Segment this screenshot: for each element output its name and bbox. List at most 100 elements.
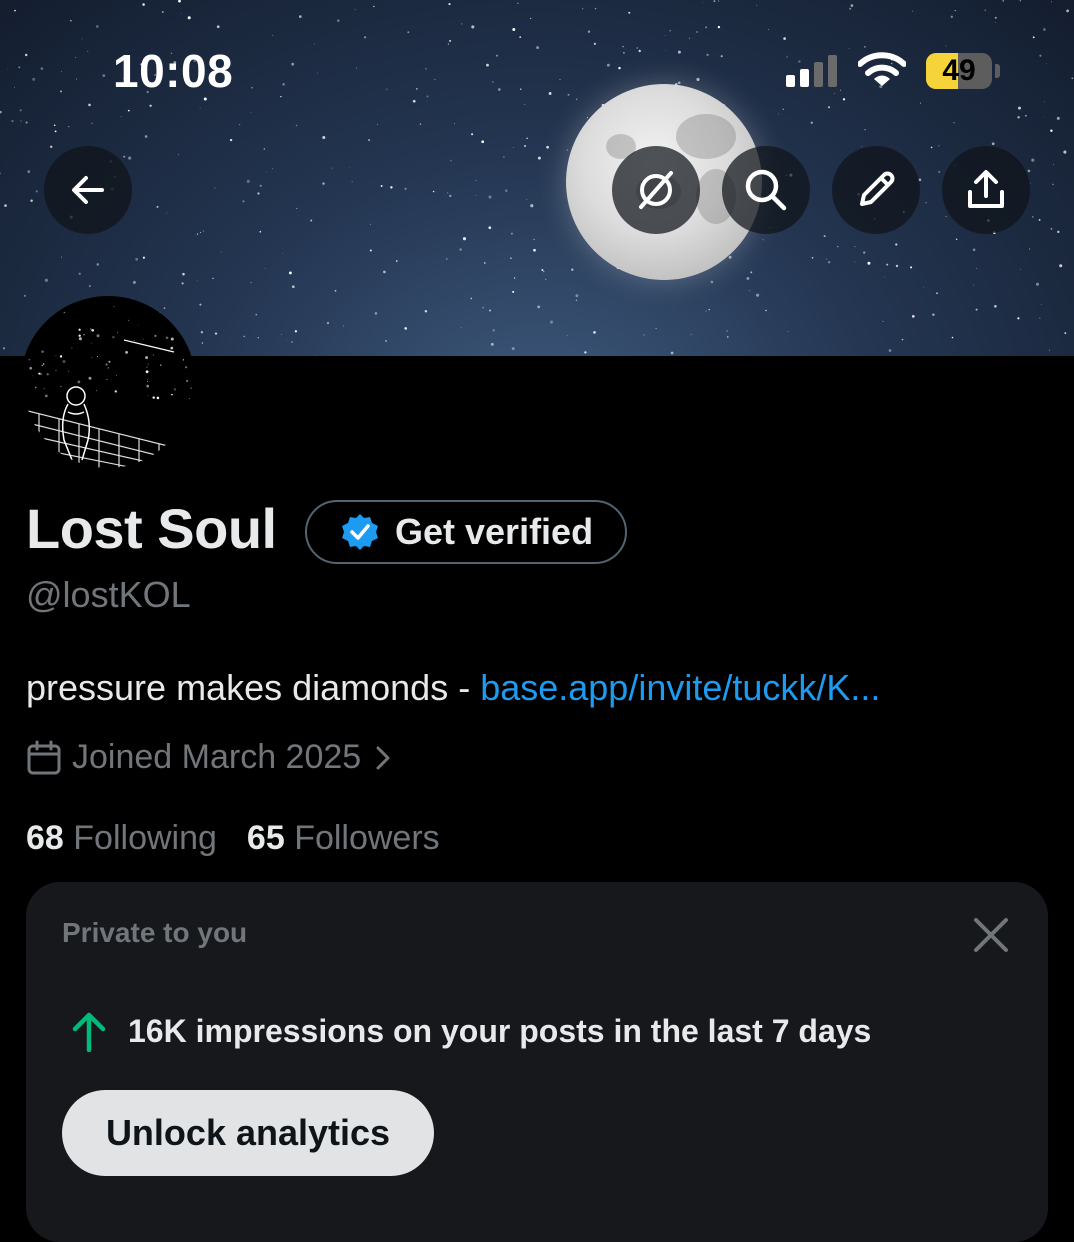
- star: [475, 179, 477, 181]
- star: [40, 67, 44, 70]
- star: [201, 342, 203, 344]
- star: [41, 350, 44, 353]
- star: [60, 90, 62, 93]
- star: [840, 89, 842, 91]
- star: [1038, 218, 1041, 221]
- star: [1017, 116, 1020, 119]
- star: [25, 121, 28, 124]
- star: [373, 5, 375, 8]
- star: [447, 192, 449, 194]
- star: [160, 364, 162, 366]
- star: [541, 268, 544, 272]
- star: [30, 199, 33, 202]
- following-link[interactable]: 68 Following: [26, 819, 217, 858]
- share-button[interactable]: [942, 146, 1030, 234]
- star: [0, 172, 1, 175]
- star: [199, 231, 202, 234]
- card-title: Private to you: [62, 917, 248, 948]
- star: [310, 219, 313, 222]
- star: [864, 129, 866, 131]
- star: [505, 189, 508, 192]
- star: [4, 204, 7, 207]
- search-button[interactable]: [722, 146, 810, 234]
- get-verified-button[interactable]: Get verified: [305, 500, 627, 564]
- star: [490, 342, 494, 346]
- star: [7, 68, 9, 70]
- star: [991, 142, 995, 146]
- star: [512, 28, 516, 31]
- star: [62, 310, 66, 314]
- star: [448, 3, 451, 6]
- star: [503, 156, 505, 158]
- star: [255, 313, 258, 316]
- star: [419, 123, 422, 125]
- star: [702, 2, 704, 4]
- star: [618, 66, 621, 70]
- star: [938, 170, 941, 173]
- star: [1029, 248, 1031, 250]
- star: [994, 16, 997, 19]
- star: [38, 372, 41, 375]
- star: [664, 34, 666, 36]
- star: [459, 248, 462, 251]
- profile-handle: @lostKOL: [26, 574, 191, 615]
- avatar[interactable]: [20, 296, 196, 472]
- star: [170, 337, 174, 341]
- star: [1043, 28, 1046, 31]
- star: [850, 4, 854, 7]
- joined-date-row[interactable]: Joined March 2025: [26, 738, 395, 777]
- star: [511, 347, 515, 351]
- star: [142, 3, 145, 6]
- star: [1053, 164, 1055, 165]
- star: [510, 257, 512, 259]
- star: [566, 335, 568, 337]
- star: [322, 136, 326, 139]
- star: [783, 37, 786, 40]
- star: [1002, 0, 1005, 2]
- edit-profile-button[interactable]: [832, 146, 920, 234]
- star: [146, 366, 148, 368]
- star: [450, 159, 452, 162]
- star: [1018, 106, 1021, 110]
- bio-text: pressure makes diamonds -: [26, 667, 481, 708]
- star: [1059, 264, 1063, 268]
- star: [271, 168, 273, 170]
- grok-button[interactable]: [612, 146, 700, 234]
- star: [171, 393, 173, 396]
- star: [545, 278, 547, 280]
- star: [137, 324, 139, 326]
- star: [317, 72, 318, 74]
- back-button[interactable]: [44, 146, 132, 234]
- star: [43, 387, 45, 390]
- star: [1052, 183, 1054, 186]
- star: [512, 290, 515, 293]
- star: [259, 184, 262, 187]
- grok-icon: [639, 171, 673, 209]
- star: [705, 310, 707, 312]
- star: [575, 98, 578, 101]
- unlock-analytics-button[interactable]: Unlock analytics: [62, 1090, 434, 1176]
- star: [54, 130, 57, 133]
- star: [70, 19, 72, 22]
- star: [713, 0, 716, 3]
- bio-link[interactable]: base.app/invite/tuckk/K...: [480, 667, 880, 708]
- star: [0, 110, 2, 114]
- star: [62, 360, 66, 363]
- star: [575, 299, 578, 301]
- star: [42, 363, 45, 365]
- followers-link[interactable]: 65 Followers: [247, 819, 440, 858]
- followers-label: Followers: [294, 819, 440, 857]
- star: [575, 294, 579, 298]
- star: [355, 67, 357, 69]
- star: [182, 272, 185, 276]
- star: [492, 329, 495, 332]
- star: [1032, 36, 1035, 39]
- star: [196, 279, 198, 281]
- star: [945, 215, 947, 217]
- star: [497, 88, 501, 91]
- star: [182, 359, 185, 361]
- star: [782, 108, 785, 110]
- close-icon[interactable]: [970, 914, 1012, 956]
- star: [726, 330, 728, 332]
- star: [955, 238, 958, 240]
